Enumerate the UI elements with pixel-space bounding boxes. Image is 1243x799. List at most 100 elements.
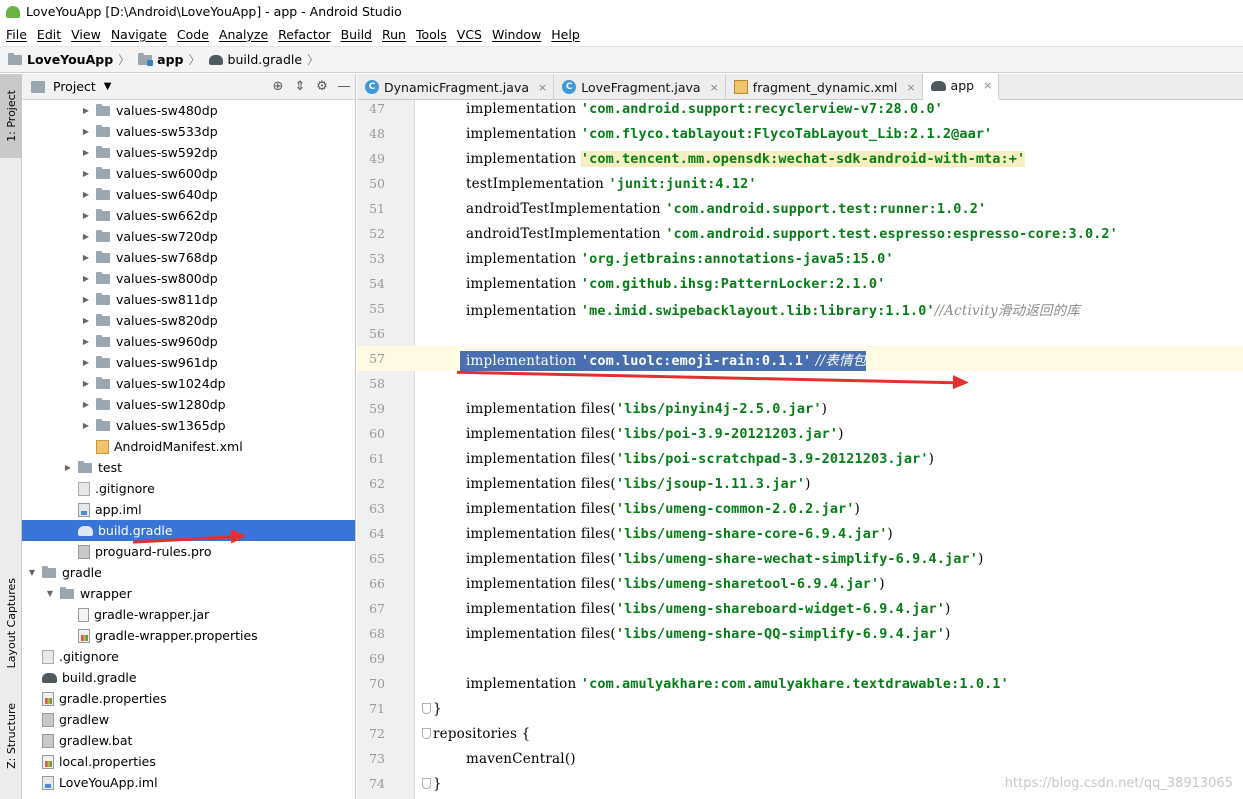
menu-refactor[interactable]: Refactor — [273, 27, 335, 42]
breadcrumb-project[interactable]: LoveYouApp 〉 — [0, 51, 130, 68]
menu-help[interactable]: Help — [546, 27, 585, 42]
menu-build[interactable]: Build — [336, 27, 377, 42]
expand-right-icon[interactable]: ▶ — [80, 148, 92, 157]
menu-navigate[interactable]: Navigate — [106, 27, 172, 42]
tree-item[interactable]: ▶ values-sw1280dp — [22, 394, 355, 415]
menu-file[interactable]: File — [0, 27, 32, 42]
tree-item[interactable]: gradlew — [22, 709, 355, 730]
code-string: 'libs/umeng-sharetool-6.9.4.jar' — [615, 575, 880, 592]
expand-right-icon[interactable]: ▶ — [80, 232, 92, 241]
line-number: 73 — [369, 751, 385, 766]
editor-tab[interactable]: C LoveFragment.java × — [554, 74, 726, 100]
tree-item[interactable]: LoveYouApp.iml — [22, 772, 355, 793]
tree-item[interactable]: build.gradle — [22, 667, 355, 688]
tree-item[interactable]: ▶ values-sw960dp — [22, 331, 355, 352]
code-line: 57 implementation 'com.luolc:emoji-rain:0… — [357, 346, 1243, 371]
project-view-selector[interactable]: Project — [53, 79, 96, 94]
code-editor[interactable]: 47 implementation 'com.android.support:re… — [357, 100, 1243, 799]
editor-tab[interactable]: app × — [922, 74, 1000, 100]
tree-item[interactable]: gradle-wrapper.jar — [22, 604, 355, 625]
tree-item[interactable]: ▼ wrapper — [22, 583, 355, 604]
tree-item[interactable]: ▶ values-sw662dp — [22, 205, 355, 226]
tree-item[interactable]: ▶ test — [22, 457, 355, 478]
collapse-all-icon[interactable]: ⇕ — [289, 79, 311, 94]
tree-item[interactable]: app.iml — [22, 499, 355, 520]
expand-right-icon[interactable]: ▶ — [80, 421, 92, 430]
code-text: implementation files('libs/umeng-shareto… — [466, 576, 885, 592]
tree-item[interactable]: gradle.properties — [22, 688, 355, 709]
breadcrumb-file[interactable]: build.gradle 〉 — [201, 51, 319, 68]
expand-right-icon[interactable]: ▶ — [80, 211, 92, 220]
expand-right-icon[interactable]: ▶ — [80, 379, 92, 388]
tree-item[interactable]: .gitignore — [22, 646, 355, 667]
tree-item[interactable]: ▶ values-sw480dp — [22, 100, 355, 121]
tree-item[interactable]: ▶ values-sw640dp — [22, 184, 355, 205]
tree-item[interactable]: ▶ values-sw533dp — [22, 121, 355, 142]
tree-item[interactable]: proguard-rules.pro — [22, 541, 355, 562]
tree-item[interactable]: ▶ values-sw820dp — [22, 310, 355, 331]
menu-run[interactable]: Run — [377, 27, 411, 42]
expand-down-icon[interactable]: ▼ — [26, 568, 38, 577]
tool-tab-structure[interactable]: Z: Structure — [0, 694, 22, 778]
tree-item[interactable]: gradlew.bat — [22, 730, 355, 751]
editor-tab[interactable]: fragment_dynamic.xml × — [726, 74, 923, 100]
tree-item[interactable]: ▶ values-sw768dp — [22, 247, 355, 268]
expand-right-icon[interactable]: ▶ — [80, 337, 92, 346]
code-string: 'com.android.support.test.espresso:espre… — [665, 225, 1118, 242]
code-paren: ) — [805, 475, 811, 492]
expand-down-icon[interactable]: ▼ — [44, 589, 56, 598]
locate-icon[interactable]: ⊕ — [267, 79, 289, 94]
hide-icon[interactable]: — — [333, 79, 355, 94]
tree-item[interactable]: ▶ values-sw961dp — [22, 352, 355, 373]
expand-right-icon[interactable]: ▶ — [80, 169, 92, 178]
code-string: 'com.android.support:recyclerview-v7:28.… — [580, 100, 943, 117]
tree-item[interactable]: ▶ values-sw1365dp — [22, 415, 355, 436]
tree-item[interactable]: gradle-wrapper.properties — [22, 625, 355, 646]
tree-item[interactable]: ▶ values-sw800dp — [22, 268, 355, 289]
menu-window[interactable]: Window — [487, 27, 546, 42]
menu-code[interactable]: Code — [172, 27, 214, 42]
expand-right-icon[interactable]: ▶ — [80, 274, 92, 283]
tree-item[interactable]: .gitignore — [22, 478, 355, 499]
tree-item[interactable]: ▶ values-sw600dp — [22, 163, 355, 184]
menu-tools[interactable]: Tools — [411, 27, 452, 42]
expand-right-icon[interactable]: ▶ — [62, 463, 74, 472]
gear-icon[interactable]: ⚙ — [311, 79, 333, 94]
tree-item[interactable]: ▶ values-sw1024dp — [22, 373, 355, 394]
editor-tab[interactable]: C DynamicFragment.java × — [357, 74, 555, 100]
tool-tab-layout-captures[interactable]: Layout Captures — [0, 568, 22, 678]
menu-analyze[interactable]: Analyze — [214, 27, 273, 42]
tree-item[interactable]: local.properties — [22, 751, 355, 772]
chevron-down-icon[interactable]: ▼ — [104, 81, 112, 92]
expand-right-icon[interactable]: ▶ — [80, 358, 92, 367]
expand-right-icon[interactable]: ▶ — [80, 106, 92, 115]
code-string: 'junit:junit:4.12' — [608, 175, 757, 192]
expand-right-icon[interactable]: ▶ — [80, 127, 92, 136]
expand-right-icon[interactable]: ▶ — [80, 400, 92, 409]
tree-item[interactable]: ▶ values-sw811dp — [22, 289, 355, 310]
close-icon[interactable]: × — [710, 81, 719, 94]
expand-right-icon[interactable]: ▶ — [80, 190, 92, 199]
fold-marker-icon[interactable] — [422, 703, 431, 714]
fold-marker-icon[interactable] — [422, 728, 431, 739]
menu-view[interactable]: View — [66, 27, 106, 42]
tree-item[interactable]: ▶ values-sw592dp — [22, 142, 355, 163]
expand-right-icon[interactable]: ▶ — [80, 316, 92, 325]
code-line: 63 implementation files('libs/umeng-commo… — [357, 496, 1243, 521]
code-line: 55 implementation 'me.imid.swipebacklayou… — [357, 296, 1243, 321]
menu-edit[interactable]: Edit — [32, 27, 66, 42]
close-icon[interactable]: × — [538, 81, 547, 94]
expand-right-icon[interactable]: ▶ — [80, 253, 92, 262]
expand-right-icon[interactable]: ▶ — [80, 295, 92, 304]
close-icon[interactable]: × — [983, 79, 992, 92]
tree-item[interactable]: AndroidManifest.xml — [22, 436, 355, 457]
iml-module-icon — [78, 502, 90, 517]
tree-item[interactable]: ▼ gradle — [22, 562, 355, 583]
fold-marker-icon[interactable] — [422, 778, 431, 789]
menu-vcs[interactable]: VCS — [452, 27, 487, 42]
breadcrumb-module[interactable]: app 〉 — [130, 51, 201, 68]
code-keyword: implementation — [466, 275, 581, 292]
close-icon[interactable]: × — [906, 81, 915, 94]
tool-tab-project[interactable]: 1: Project — [0, 74, 22, 158]
tree-item[interactable]: ▶ values-sw720dp — [22, 226, 355, 247]
